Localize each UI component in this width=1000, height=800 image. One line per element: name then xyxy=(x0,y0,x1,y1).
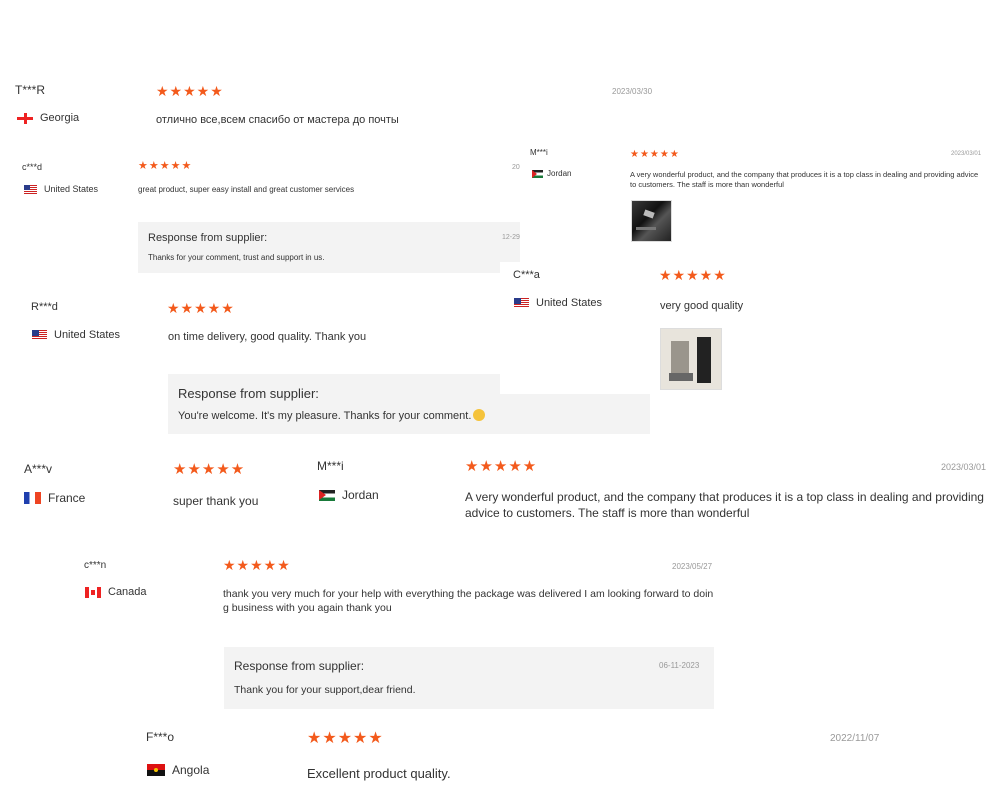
supplier-response: Response from supplier: 12-29 Thanks for… xyxy=(138,222,520,273)
star-rating: ★★★★★ xyxy=(167,300,235,316)
response-text-wrap: You're welcome. It's my pleasure. Thanks… xyxy=(178,409,486,422)
review-card: M***i Jordan ★★★★★ 2023/03/01 A very won… xyxy=(310,450,1000,530)
review-card: M***i Jordan ★★★★★ 2023/03/01 A very won… xyxy=(520,140,990,245)
review-text: отлично все,всем спасибо от мастера до п… xyxy=(156,114,399,126)
reviewer-name: c***n xyxy=(84,560,107,571)
reviewer-country: Canada xyxy=(85,586,147,598)
country-label: Jordan xyxy=(547,169,572,178)
review-date: 2022/11/07 xyxy=(830,733,880,744)
jordan-flag-icon xyxy=(532,169,543,178)
reviewer-country: United States xyxy=(514,297,602,309)
response-date: 12-29 xyxy=(502,234,520,241)
review-text: A very wonderful product, and the compan… xyxy=(630,170,979,190)
review-card: c***n Canada ★★★★★ 2023/05/27 thank you … xyxy=(70,550,720,710)
country-label: United States xyxy=(54,329,121,341)
overlay-card-edge xyxy=(500,374,650,394)
response-title: Response from supplier: xyxy=(234,659,365,673)
review-card: T***R Georgia ★★★★★ 2023/03/30 отлично в… xyxy=(0,75,670,140)
country-label: United States xyxy=(536,297,603,309)
star-rating: ★★★★★ xyxy=(156,83,224,99)
review-text: Excellent product quality. xyxy=(307,766,451,781)
reviewer-country: France xyxy=(24,491,85,505)
review-photo[interactable] xyxy=(660,328,722,390)
review-card: R***d United States ★★★★★ on time delive… xyxy=(0,290,500,370)
review-card: F***o Angola ★★★★★ 2022/11/07 Excellent … xyxy=(130,720,890,795)
supplier-response: Response from supplier: 06-11-2023 Thank… xyxy=(224,647,714,709)
star-rating: ★★★★★ xyxy=(173,461,246,478)
reviewer-name: T***R xyxy=(15,83,46,97)
review-card: c***d United States ★★★★★ 20 great produ… xyxy=(0,150,520,280)
georgia-flag-icon xyxy=(17,112,33,124)
country-label: Angola xyxy=(172,763,210,777)
reviewer-country: United States xyxy=(24,184,98,194)
reviewer-country: Jordan xyxy=(532,169,571,178)
star-rating: ★★★★★ xyxy=(630,149,680,160)
star-rating: ★★★★★ xyxy=(138,160,193,172)
reviewer-name: M***i xyxy=(530,148,548,157)
angola-flag-icon xyxy=(147,764,165,776)
review-date: 2023/03/01 xyxy=(951,151,982,157)
reviewer-country: United States xyxy=(32,329,120,341)
response-date: 06-11-2023 xyxy=(659,661,700,670)
reviewer-name: A***v xyxy=(24,462,53,476)
star-rating: ★★★★★ xyxy=(465,458,538,475)
review-date: 2023/03/30 xyxy=(612,87,653,96)
reviewer-country: Georgia xyxy=(17,112,79,124)
review-text: A very wonderful product, and the compan… xyxy=(465,490,984,521)
response-text: You're welcome. It's my pleasure. Thanks… xyxy=(178,410,472,422)
star-rating: ★★★★★ xyxy=(223,557,291,573)
reviewer-name: M***i xyxy=(317,459,344,473)
star-rating: ★★★★★ xyxy=(659,267,727,283)
response-title: Response from supplier: xyxy=(178,386,319,401)
country-label: Canada xyxy=(108,586,147,598)
jordan-flag-icon xyxy=(319,489,335,501)
reviewer-name: F***o xyxy=(146,730,175,744)
us-flag-icon xyxy=(32,330,47,340)
response-title: Response from supplier: xyxy=(148,232,268,244)
reviewer-name: R***d xyxy=(31,301,58,313)
country-label: United States xyxy=(44,184,99,194)
reviewer-name: C***a xyxy=(513,269,540,281)
review-date: 2023/05/27 xyxy=(672,562,713,571)
canada-flag-icon xyxy=(85,586,101,598)
us-flag-icon xyxy=(24,184,37,194)
response-text: Thank you for your support,dear friend. xyxy=(234,684,416,696)
star-rating: ★★★★★ xyxy=(307,730,384,747)
review-card: A***v France ★★★★★ super thank you xyxy=(0,450,310,520)
reviewer-country: Jordan xyxy=(319,488,379,502)
review-date: 2023/03/01 xyxy=(941,462,987,472)
us-flag-icon xyxy=(514,298,529,308)
review-text: great product, super easy install and gr… xyxy=(138,185,355,194)
country-label: France xyxy=(48,491,86,505)
review-text: super thank you xyxy=(173,494,259,508)
review-text: on time delivery, good quality. Thank yo… xyxy=(168,331,367,343)
smile-emoji-icon xyxy=(473,409,486,421)
reviewer-country: Angola xyxy=(147,763,209,777)
reviewer-name: c***d xyxy=(22,162,43,172)
country-label: Georgia xyxy=(40,112,80,124)
country-label: Jordan xyxy=(342,488,379,502)
review-date: 20 xyxy=(512,164,520,171)
response-text: Thanks for your comment, trust and suppo… xyxy=(148,253,325,262)
review-text: thank you very much for your help with e… xyxy=(223,588,714,615)
france-flag-icon xyxy=(24,492,41,504)
review-text: very good quality xyxy=(660,300,744,312)
review-photo[interactable] xyxy=(631,200,672,242)
